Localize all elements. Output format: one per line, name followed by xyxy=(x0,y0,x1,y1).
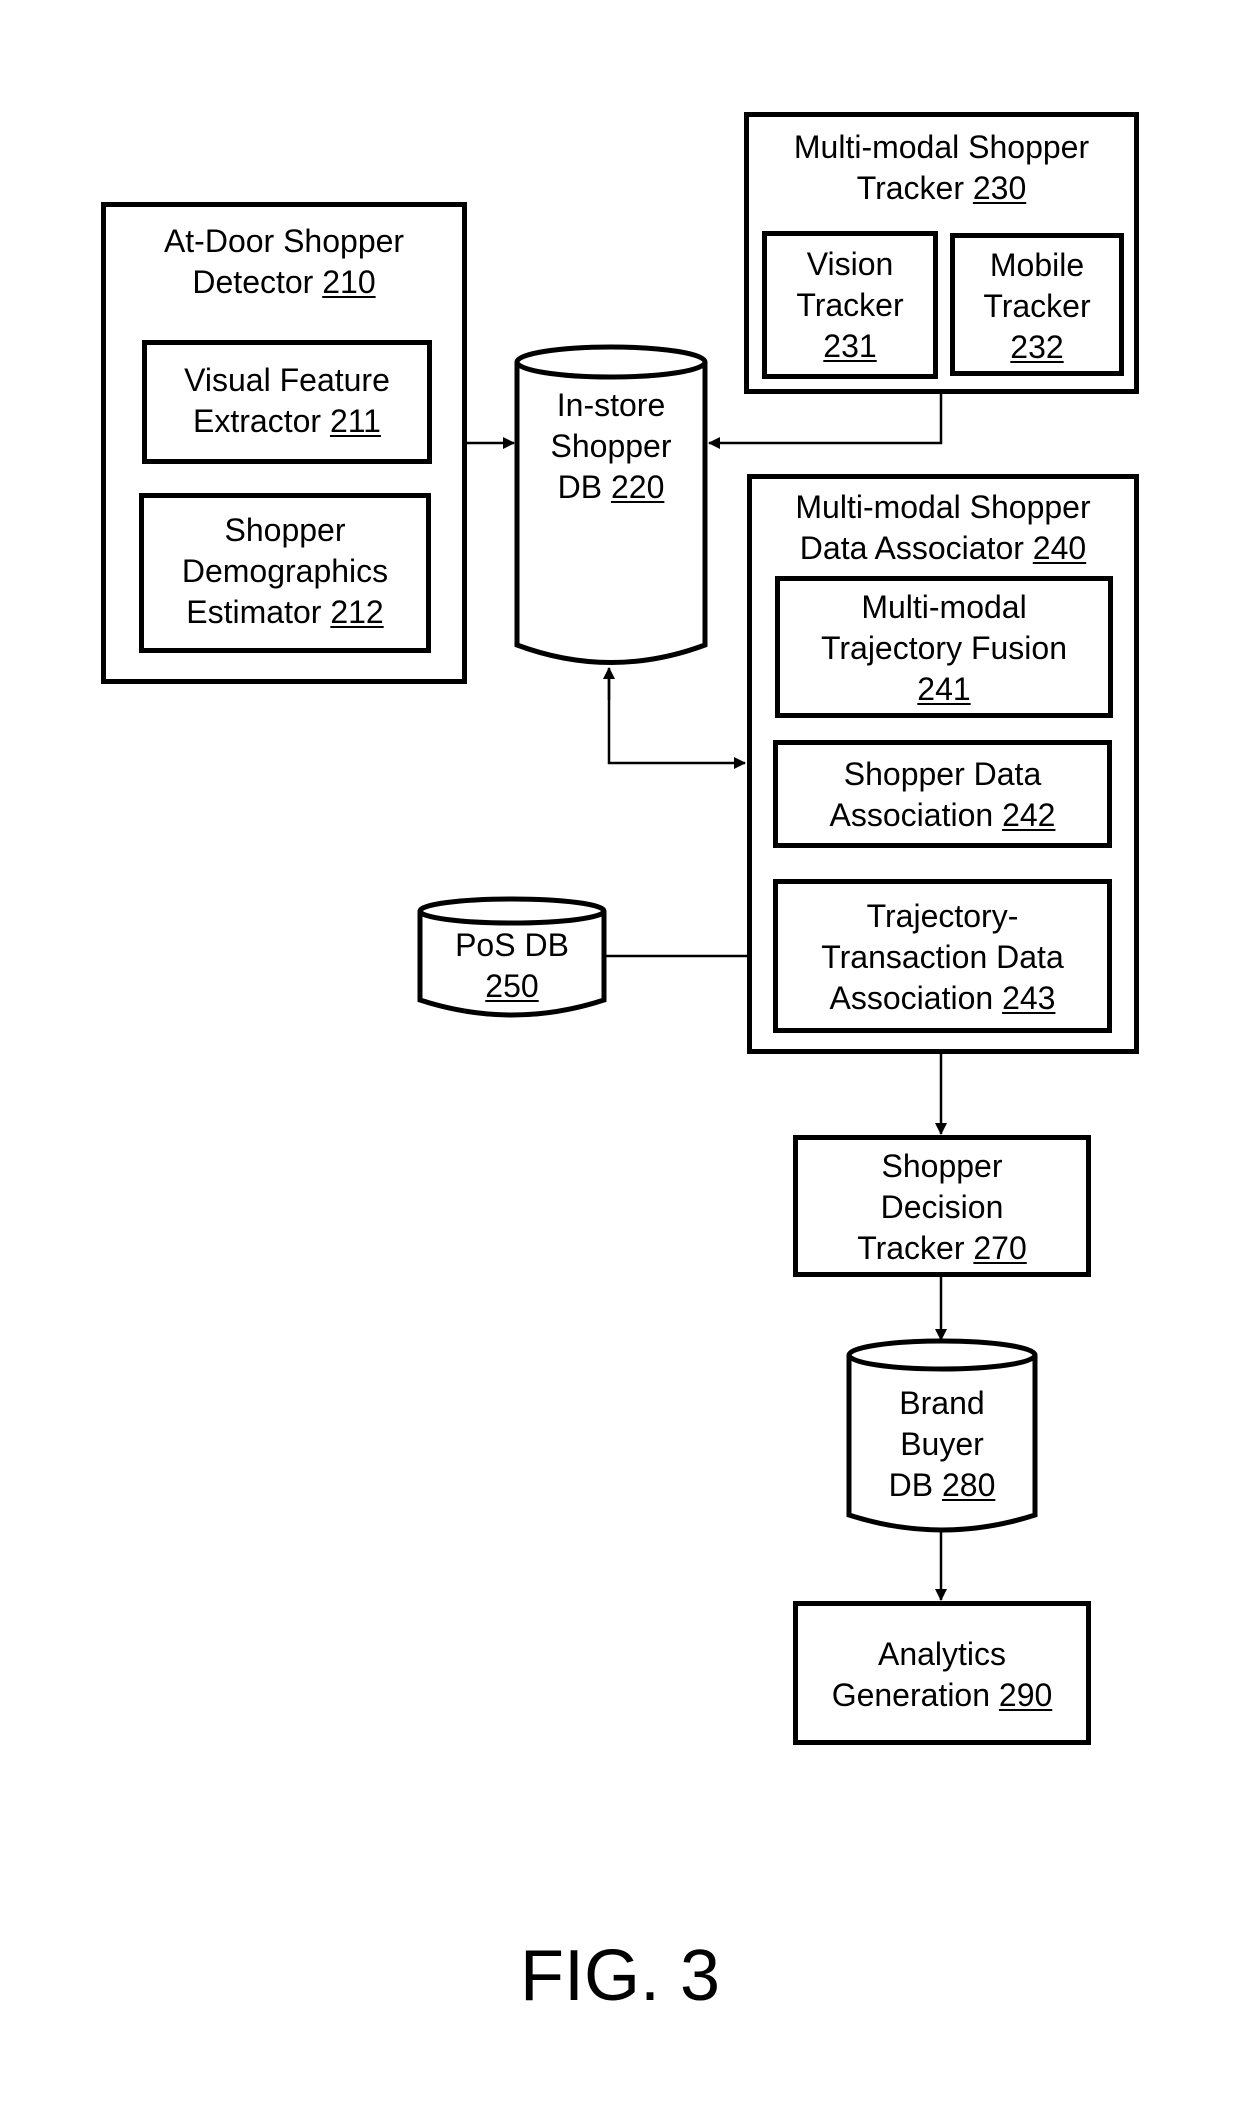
reference-number: 211 xyxy=(329,403,381,439)
reference-number: 220 xyxy=(610,469,665,505)
label-line: Trajectory- xyxy=(866,898,1019,934)
reference-number: 280 xyxy=(941,1467,996,1503)
reference-number: 270 xyxy=(973,1230,1027,1266)
pos-db-text: PoS DB 250 xyxy=(420,925,604,1007)
shopper-data-association-box: Shopper Data Association 242 xyxy=(773,740,1112,848)
reference-number: 243 xyxy=(1002,980,1056,1016)
label-line: Multi-modal Shopper xyxy=(793,129,1090,165)
multimodal-data-associator-label: Multi-modal Shopper Data Associator 240 xyxy=(752,487,1134,569)
label-line: Detector 210 xyxy=(106,262,462,303)
label-line: Tracker xyxy=(983,288,1091,324)
label-text: Data Associator xyxy=(799,530,1033,566)
visual-feature-extractor-box: Visual Feature Extractor 211 xyxy=(142,340,432,464)
label-line: Analytics xyxy=(877,1636,1007,1672)
reference-number: 231 xyxy=(823,328,877,364)
reference-number: 250 xyxy=(485,968,539,1004)
label-text: Detector xyxy=(192,264,323,300)
label-line: Tracker 230 xyxy=(749,168,1134,209)
label-text: Tracker xyxy=(856,170,973,206)
label-text: Extractor xyxy=(193,403,330,439)
arrow-tracker-to-instore-db xyxy=(708,393,943,449)
shopper-demographics-estimator-label: Shopper Demographics Estimator 212 xyxy=(144,510,426,633)
label-line: Trajectory Fusion xyxy=(821,630,1067,666)
label-line: Data Associator 240 xyxy=(752,528,1134,569)
label-line: 241 xyxy=(780,669,1108,710)
label-line: Shopper xyxy=(881,1148,1003,1184)
label-text: DB xyxy=(557,469,611,505)
label-line: Estimator 212 xyxy=(144,592,426,633)
shopper-decision-tracker-box: Shopper Decision Tracker 270 xyxy=(793,1135,1091,1277)
reference-number: 212 xyxy=(330,594,384,630)
label-line: Association 243 xyxy=(778,978,1107,1019)
label-line: Decision xyxy=(880,1189,1004,1225)
label-line: Buyer xyxy=(900,1426,984,1462)
label-line: 231 xyxy=(767,326,933,367)
reference-number: 242 xyxy=(1002,797,1056,833)
arrow-instore-db-to-associator xyxy=(607,673,746,769)
trajectory-transaction-association-label: Trajectory- Transaction Data Association… xyxy=(778,896,1107,1019)
brand-buyer-db-label: Brand Buyer DB 280 xyxy=(849,1383,1035,1513)
label-text: Association xyxy=(829,797,1003,833)
label-text: DB xyxy=(888,1467,942,1503)
reference-number: 240 xyxy=(1032,530,1087,566)
vision-tracker-box: Vision Tracker 231 xyxy=(762,231,938,379)
trajectory-fusion-label: Multi-modal Trajectory Fusion 241 xyxy=(780,587,1108,710)
label-line: In-store xyxy=(556,387,666,423)
visual-feature-extractor-label: Visual Feature Extractor 211 xyxy=(147,360,427,442)
brand-buyer-db-text: Brand Buyer DB 280 xyxy=(849,1383,1035,1506)
label-text: Association xyxy=(829,980,1003,1016)
shopper-demographics-estimator-box: Shopper Demographics Estimator 212 xyxy=(139,493,431,653)
pos-db-label: PoS DB 250 xyxy=(420,925,604,1009)
analytics-generation-label: Analytics Generation 290 xyxy=(798,1634,1086,1716)
label-line: 232 xyxy=(955,327,1119,368)
reference-number: 210 xyxy=(322,264,376,300)
label-line: DB 220 xyxy=(517,467,705,508)
label-line: Generation 290 xyxy=(798,1675,1086,1716)
analytics-generation-box: Analytics Generation 290 xyxy=(793,1601,1091,1745)
trajectory-transaction-association-box: Trajectory- Transaction Data Association… xyxy=(773,879,1112,1033)
reference-number: 230 xyxy=(972,170,1027,206)
label-line: Multi-modal xyxy=(861,589,1027,625)
vision-tracker-label: Vision Tracker 231 xyxy=(767,244,933,367)
label-line: Multi-modal Shopper xyxy=(795,489,1091,525)
mobile-tracker-box: Mobile Tracker 232 xyxy=(950,233,1124,376)
shopper-decision-tracker-label: Shopper Decision Tracker 270 xyxy=(798,1146,1086,1269)
label-line: Demographics xyxy=(181,553,389,589)
label-line: Vision xyxy=(806,246,894,282)
mobile-tracker-label: Mobile Tracker 232 xyxy=(955,245,1119,368)
label-line: Tracker xyxy=(796,287,904,323)
trajectory-fusion-box: Multi-modal Trajectory Fusion 241 xyxy=(775,576,1113,718)
diagram-canvas: At-Door Shopper Detector 210 Visual Feat… xyxy=(0,0,1240,2106)
label-line: Transaction Data xyxy=(821,939,1064,975)
shopper-data-association-label: Shopper Data Association 242 xyxy=(778,754,1107,836)
label-line: Shopper xyxy=(224,512,346,548)
label-line: DB 280 xyxy=(849,1465,1035,1506)
label-line: Tracker 270 xyxy=(798,1228,1086,1269)
instore-shopper-db-label: In-store Shopper DB 220 xyxy=(517,385,705,515)
at-door-shopper-detector-label: At-Door Shopper Detector 210 xyxy=(106,221,462,303)
label-text: Estimator xyxy=(186,594,331,630)
reference-number: 290 xyxy=(998,1677,1053,1713)
multimodal-shopper-tracker-label: Multi-modal Shopper Tracker 230 xyxy=(749,127,1134,209)
label-line: Visual Feature xyxy=(184,362,390,398)
label-line: Brand xyxy=(899,1385,985,1421)
reference-number: 241 xyxy=(917,671,971,707)
label-line: 250 xyxy=(420,966,604,1007)
label-line: Shopper Data xyxy=(843,756,1042,792)
label-line: PoS DB xyxy=(455,927,569,963)
label-line: Extractor 211 xyxy=(147,401,427,442)
instore-shopper-db-text: In-store Shopper DB 220 xyxy=(517,385,705,508)
label-line: Mobile xyxy=(989,247,1085,283)
label-line: Shopper xyxy=(550,428,672,464)
reference-number: 232 xyxy=(1010,329,1064,365)
label-text: Generation xyxy=(831,1677,999,1713)
figure-caption: FIG. 3 xyxy=(519,1936,721,2016)
label-text: Tracker xyxy=(857,1230,974,1266)
label-line: Association 242 xyxy=(778,795,1107,836)
label-line: At-Door Shopper xyxy=(163,223,405,259)
